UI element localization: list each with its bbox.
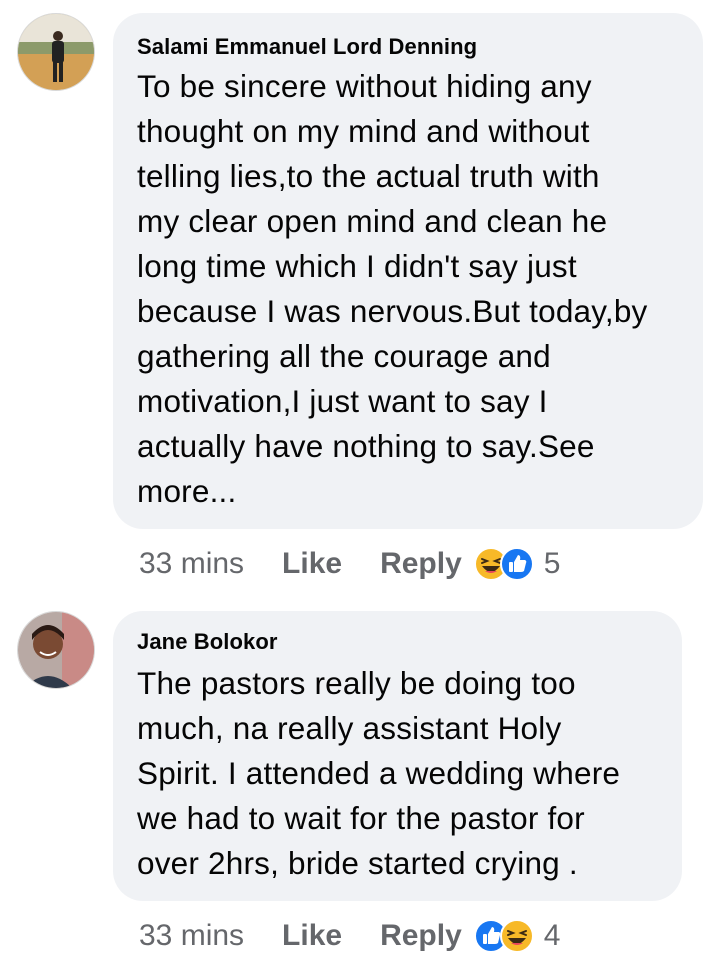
reaction-icons[interactable] <box>473 919 534 953</box>
like-button[interactable]: Like <box>282 547 342 581</box>
comment-timestamp[interactable]: 33 mins <box>139 919 244 953</box>
like-button[interactable]: Like <box>282 919 342 953</box>
avatar[interactable] <box>17 13 95 91</box>
avatar[interactable] <box>17 611 95 689</box>
reaction-icons[interactable] <box>473 547 534 581</box>
comment-text: To be sincere without hiding any thought… <box>137 68 648 509</box>
comment-bubble: Jane Bolokor The pastors really be doing… <box>113 611 682 901</box>
comment-author[interactable]: Jane Bolokor <box>137 629 278 655</box>
comment-actions: 33 mins Like Reply 5 <box>139 542 560 586</box>
comment-bubble: Salami Emmanuel Lord Denning To be since… <box>113 13 703 529</box>
avatar-photo <box>18 612 94 688</box>
comment-timestamp[interactable]: 33 mins <box>139 547 244 581</box>
comment-actions: 33 mins Like Reply 4 <box>139 914 560 958</box>
comment-author[interactable]: Salami Emmanuel Lord Denning <box>137 34 477 60</box>
reply-button[interactable]: Reply <box>380 919 462 953</box>
reaction-count[interactable]: 5 <box>544 547 561 581</box>
reaction-count[interactable]: 4 <box>544 919 561 953</box>
like-icon <box>499 547 534 581</box>
avatar-photo <box>18 14 94 90</box>
haha-icon <box>499 919 534 953</box>
comment-text: The pastors really be doing too much, na… <box>137 665 621 881</box>
reply-button[interactable]: Reply <box>380 547 462 581</box>
